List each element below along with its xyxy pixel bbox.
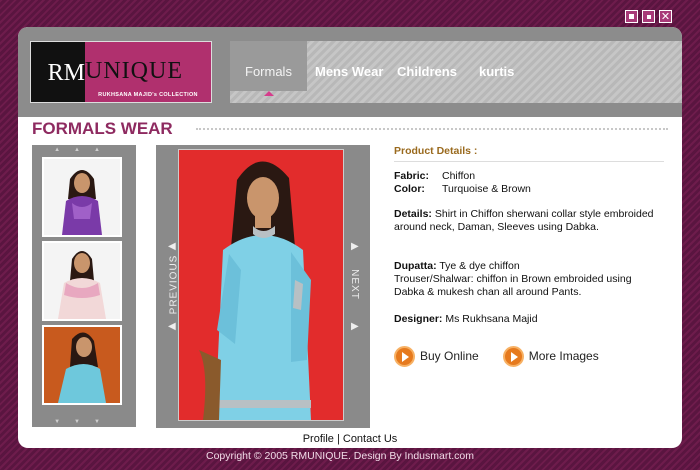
arrow-right-icon	[394, 346, 415, 367]
header: RM UNIQUE RUKHSANA MAJID's COLLECTION Fo…	[18, 27, 682, 117]
next-arrow-top-icon[interactable]: ▶	[351, 241, 359, 252]
dupatta-value: Tye & dye chiffon	[439, 260, 520, 272]
color-label: Color:	[394, 183, 425, 195]
logo-unique: UNIQUE	[85, 58, 183, 84]
footer-links: Profile | Contact Us	[18, 433, 682, 445]
product-details-title: Product Details :	[394, 145, 664, 162]
buy-online-label: Buy Online	[420, 349, 479, 363]
arrow-right-icon	[502, 346, 524, 367]
color-value: Turquoise & Brown	[442, 183, 531, 195]
fabric-label: Fabric:	[394, 170, 430, 182]
designer-label: Designer:	[394, 313, 443, 325]
nav-item-formals[interactable]: Formals	[230, 41, 307, 91]
logo[interactable]: RM UNIQUE RUKHSANA MAJID's COLLECTION	[30, 41, 212, 103]
minimize-icon[interactable]	[625, 10, 638, 23]
dotted-divider	[196, 128, 668, 130]
thumbnail-2[interactable]	[42, 241, 122, 321]
thumbnail-3[interactable]	[42, 325, 122, 405]
nav-item-childrens[interactable]: Childrens	[397, 41, 457, 93]
footer-separator: |	[336, 433, 340, 445]
maximize-icon[interactable]	[642, 10, 655, 23]
dupatta-label: Dupatta:	[394, 260, 437, 272]
thumbnail-strip: ▲▲▲ ▼▼▼	[32, 145, 136, 427]
site-frame: RM UNIQUE RUKHSANA MAJID's COLLECTION Fo…	[18, 27, 682, 448]
details-label: Details:	[394, 208, 432, 220]
nav-item-kurtis[interactable]: kurtis	[479, 41, 514, 93]
prev-arrow-bottom-icon[interactable]: ◀	[168, 321, 176, 332]
product-details: Product Details : Fabric: Chiffon Color: T…	[394, 145, 664, 367]
thumbnail-1[interactable]	[42, 157, 122, 237]
next-button[interactable]: NEXT	[349, 269, 360, 300]
details-text: Shirt in Chiffon sherwani collar style e…	[394, 208, 654, 233]
thumbs-up-arrow-icon[interactable]: ▲▲▲	[32, 147, 136, 153]
prev-arrow-top-icon[interactable]: ◀	[168, 241, 176, 252]
image-viewer: ◀ PREVIOUS ◀ ▶ NEXT ▶	[156, 145, 370, 428]
thumbs-down-arrow-icon[interactable]: ▼▼▼	[32, 419, 136, 425]
close-icon[interactable]: ✕	[659, 10, 672, 23]
nav-item-mens-wear[interactable]: Mens Wear	[315, 41, 383, 93]
designer-value: Ms Rukhsana Majid	[445, 313, 538, 325]
buy-online-button[interactable]: Buy Online	[394, 346, 479, 367]
copyright-text: Copyright © 2005 RMUNIQUE. Design By Ind…	[206, 450, 474, 462]
logo-rm: RM	[31, 42, 85, 102]
more-images-button[interactable]: More Images	[502, 346, 599, 367]
window-controls: ✕	[625, 10, 672, 23]
main-nav: Formals Mens Wear Childrens kurtis	[230, 41, 682, 103]
fabric-value: Chiffon	[442, 170, 476, 182]
main-product-photo	[178, 149, 344, 421]
trouser-text: Trouser/Shalwar: chiffon in Brown embroi…	[394, 273, 632, 298]
logo-tagline: RUKHSANA MAJID's COLLECTION	[98, 92, 198, 98]
active-caret-icon	[264, 91, 274, 96]
contact-us-link[interactable]: Contact Us	[343, 433, 397, 445]
profile-link[interactable]: Profile	[303, 433, 334, 445]
next-arrow-bottom-icon[interactable]: ▶	[351, 321, 359, 332]
page-title: FORMALS WEAR	[32, 119, 173, 138]
more-images-label: More Images	[528, 349, 599, 363]
